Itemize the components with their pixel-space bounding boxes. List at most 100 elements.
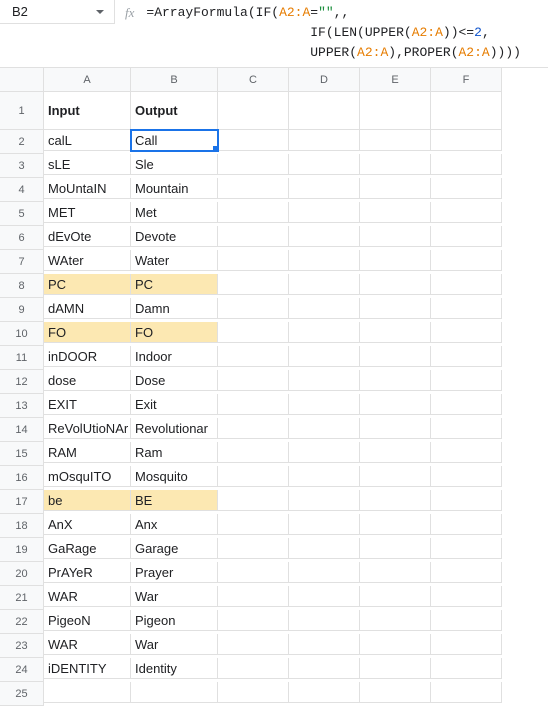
cell-F7[interactable] — [431, 250, 502, 271]
row-header-16[interactable]: 16 — [0, 466, 44, 490]
cell-A11[interactable]: inDOOR — [44, 346, 131, 367]
row-header-15[interactable]: 15 — [0, 442, 44, 466]
cell-C25[interactable] — [218, 682, 289, 703]
cell-C8[interactable] — [218, 274, 289, 295]
cell-B2[interactable]: Call — [131, 130, 218, 151]
cell-F17[interactable] — [431, 490, 502, 511]
row-header-12[interactable]: 12 — [0, 370, 44, 394]
cell-E14[interactable] — [360, 418, 431, 439]
cell-F25[interactable] — [431, 682, 502, 703]
cell-E21[interactable] — [360, 586, 431, 607]
cell-B3[interactable]: Sle — [131, 154, 218, 175]
cell-F14[interactable] — [431, 418, 502, 439]
cell-B9[interactable]: Damn — [131, 298, 218, 319]
cell-C10[interactable] — [218, 322, 289, 343]
cell-B11[interactable]: Indoor — [131, 346, 218, 367]
row-header-18[interactable]: 18 — [0, 514, 44, 538]
cell-C20[interactable] — [218, 562, 289, 583]
cell-F12[interactable] — [431, 370, 502, 391]
select-all-corner[interactable] — [0, 68, 44, 92]
cell-E8[interactable] — [360, 274, 431, 295]
cell-E24[interactable] — [360, 658, 431, 679]
cell-E3[interactable] — [360, 154, 431, 175]
cell-E20[interactable] — [360, 562, 431, 583]
cell-D23[interactable] — [289, 634, 360, 655]
cell-B10[interactable]: FO — [131, 322, 218, 343]
cell-C2[interactable] — [218, 130, 289, 151]
cell-C6[interactable] — [218, 226, 289, 247]
formula-bar[interactable]: fx =ArrayFormula(IF(A2:A="",, IF(LEN(UPP… — [115, 0, 548, 66]
cell-E25[interactable] — [360, 682, 431, 703]
cell-F16[interactable] — [431, 466, 502, 487]
cell-A25[interactable] — [44, 682, 131, 703]
cell-D7[interactable] — [289, 250, 360, 271]
column-header-E[interactable]: E — [360, 68, 431, 92]
cell-B4[interactable]: Mountain — [131, 178, 218, 199]
cell-E17[interactable] — [360, 490, 431, 511]
cell-D6[interactable] — [289, 226, 360, 247]
spreadsheet-grid[interactable]: ABCDEF1InputOutput2calLCall3sLESle4MoUnt… — [0, 68, 548, 706]
cell-E1[interactable] — [360, 92, 431, 130]
row-header-19[interactable]: 19 — [0, 538, 44, 562]
cell-E11[interactable] — [360, 346, 431, 367]
cell-A5[interactable]: MET — [44, 202, 131, 223]
cell-A18[interactable]: AnX — [44, 514, 131, 535]
cell-A4[interactable]: MoUntaIN — [44, 178, 131, 199]
cell-C9[interactable] — [218, 298, 289, 319]
cell-D4[interactable] — [289, 178, 360, 199]
cell-E12[interactable] — [360, 370, 431, 391]
cell-F6[interactable] — [431, 226, 502, 247]
cell-C4[interactable] — [218, 178, 289, 199]
cell-A21[interactable]: WAR — [44, 586, 131, 607]
cell-A20[interactable]: PrAYeR — [44, 562, 131, 583]
cell-A19[interactable]: GaRage — [44, 538, 131, 559]
row-header-11[interactable]: 11 — [0, 346, 44, 370]
cell-B21[interactable]: War — [131, 586, 218, 607]
cell-D25[interactable] — [289, 682, 360, 703]
cell-A13[interactable]: EXIT — [44, 394, 131, 415]
cell-E5[interactable] — [360, 202, 431, 223]
cell-A12[interactable]: dose — [44, 370, 131, 391]
column-header-C[interactable]: C — [218, 68, 289, 92]
cell-B12[interactable]: Dose — [131, 370, 218, 391]
cell-B6[interactable]: Devote — [131, 226, 218, 247]
cell-C12[interactable] — [218, 370, 289, 391]
cell-A2[interactable]: calL — [44, 130, 131, 151]
cell-F22[interactable] — [431, 610, 502, 631]
cell-D21[interactable] — [289, 586, 360, 607]
cell-F21[interactable] — [431, 586, 502, 607]
row-header-5[interactable]: 5 — [0, 202, 44, 226]
cell-A23[interactable]: WAR — [44, 634, 131, 655]
cell-E15[interactable] — [360, 442, 431, 463]
cell-F20[interactable] — [431, 562, 502, 583]
cell-A17[interactable]: be — [44, 490, 131, 511]
cell-A10[interactable]: FO — [44, 322, 131, 343]
cell-C23[interactable] — [218, 634, 289, 655]
row-header-22[interactable]: 22 — [0, 610, 44, 634]
cell-D2[interactable] — [289, 130, 360, 151]
cell-B23[interactable]: War — [131, 634, 218, 655]
cell-F3[interactable] — [431, 154, 502, 175]
row-header-21[interactable]: 21 — [0, 586, 44, 610]
column-header-B[interactable]: B — [131, 68, 218, 92]
cell-A22[interactable]: PigeoN — [44, 610, 131, 631]
cell-C24[interactable] — [218, 658, 289, 679]
row-header-8[interactable]: 8 — [0, 274, 44, 298]
cell-B17[interactable]: BE — [131, 490, 218, 511]
row-header-9[interactable]: 9 — [0, 298, 44, 322]
row-header-6[interactable]: 6 — [0, 226, 44, 250]
cell-F1[interactable] — [431, 92, 502, 130]
row-header-13[interactable]: 13 — [0, 394, 44, 418]
cell-B13[interactable]: Exit — [131, 394, 218, 415]
cell-A24[interactable]: iDENTITY — [44, 658, 131, 679]
cell-B25[interactable] — [131, 682, 218, 703]
cell-D24[interactable] — [289, 658, 360, 679]
cell-C17[interactable] — [218, 490, 289, 511]
cell-D22[interactable] — [289, 610, 360, 631]
cell-E23[interactable] — [360, 634, 431, 655]
cell-C18[interactable] — [218, 514, 289, 535]
row-header-10[interactable]: 10 — [0, 322, 44, 346]
cell-A15[interactable]: RAM — [44, 442, 131, 463]
cell-A3[interactable]: sLE — [44, 154, 131, 175]
cell-F9[interactable] — [431, 298, 502, 319]
